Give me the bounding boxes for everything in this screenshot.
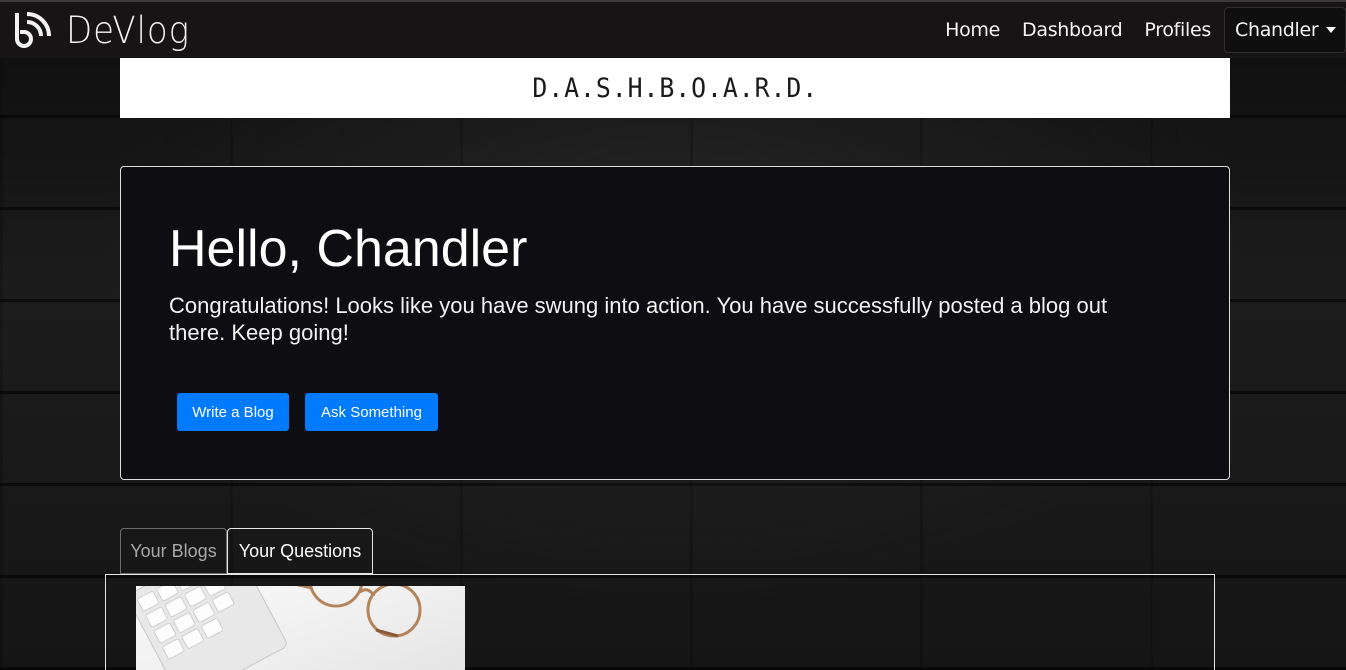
banner-title: D.A.S.H.B.O.A.R.D.: [532, 72, 818, 104]
nav-profiles-link[interactable]: Profiles: [1133, 19, 1222, 41]
nav-links: Home Dashboard Profiles Chandler: [934, 2, 1346, 58]
nav-dashboard-link[interactable]: Dashboard: [1011, 19, 1133, 41]
write-blog-button[interactable]: Write a Blog: [177, 393, 289, 431]
navbar: DeVlog Home Dashboard Profiles Chandler: [0, 0, 1346, 58]
welcome-jumbotron: Hello, Chandler Congratulations! Looks l…: [120, 166, 1230, 480]
user-dropdown-label: Chandler: [1235, 19, 1319, 41]
nav-home-link[interactable]: Home: [934, 19, 1011, 41]
brand[interactable]: DeVlog: [10, 9, 201, 52]
keyboard-glasses-image: [136, 586, 422, 670]
dashboard-banner: D.A.S.H.B.O.A.R.D.: [120, 58, 1230, 118]
brand-name: DeVlog: [66, 8, 191, 52]
user-dropdown[interactable]: Chandler: [1224, 7, 1346, 53]
tab-your-blogs[interactable]: Your Blogs: [120, 528, 227, 574]
tab-content-panel: [105, 574, 1215, 670]
devlog-logo-icon: [15, 12, 51, 48]
greeting-heading: Hello, Chandler: [169, 220, 528, 278]
caret-down-icon: [1326, 27, 1337, 33]
ask-something-button[interactable]: Ask Something: [305, 393, 438, 431]
tab-your-questions[interactable]: Your Questions: [227, 528, 373, 574]
blog-card-image[interactable]: [136, 586, 465, 670]
welcome-message: Congratulations! Looks like you have swu…: [169, 293, 1108, 345]
